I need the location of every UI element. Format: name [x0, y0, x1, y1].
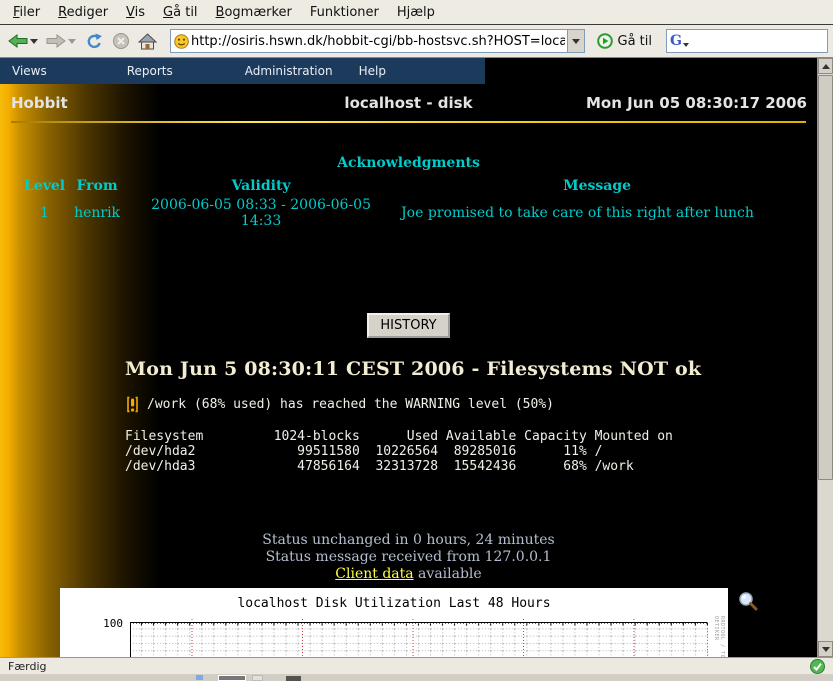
history-row: HISTORY [0, 313, 817, 338]
ack-from: henrik [69, 195, 125, 231]
client-data-suffix: available [414, 566, 482, 582]
history-button[interactable]: HISTORY [367, 313, 449, 338]
home-button[interactable] [135, 31, 160, 52]
back-arrow-icon [8, 34, 28, 48]
forward-dropdown-caret[interactable] [68, 39, 76, 44]
status-report: Mon Jun 5 08:30:11 CEST 2006 - Filesyste… [125, 358, 817, 474]
desktop-edge-strip [0, 674, 833, 681]
clipped-window-fragment [196, 675, 203, 680]
menu-bar: Filer Rediger Vis Gå til Bogmærker Funkt… [0, 0, 833, 25]
navigation-toolbar: Gå til G [0, 25, 833, 58]
ack-row: 1 henrik 2006-06-05 08:33 - 2006-06-05 1… [20, 195, 797, 231]
green-check-icon[interactable] [810, 659, 825, 674]
status-info: Status unchanged in 0 hours, 24 minutes … [0, 532, 817, 583]
hobbit-brand: Hobbit [11, 94, 231, 112]
nav-views[interactable]: Views [12, 64, 47, 78]
graph-plot-area [130, 622, 708, 657]
clipped-window-fragment [218, 675, 246, 681]
menu-funktioner[interactable]: Funktioner [301, 2, 388, 23]
rrdtool-watermark: RRDTOOL / TOBI OETIKER [713, 616, 725, 657]
url-input[interactable] [189, 34, 567, 49]
clipped-window-fragment [286, 676, 301, 681]
forward-button[interactable] [43, 32, 79, 50]
go-icon [597, 33, 613, 49]
page-title: localhost - disk [231, 94, 586, 112]
warning-line: /work (68% used) has reached the WARNING… [125, 396, 817, 413]
warning-status-icon [125, 396, 140, 413]
scroll-down-icon [822, 647, 830, 652]
scrollbar-track[interactable] [818, 74, 833, 641]
menu-filer[interactable]: Filer [4, 2, 49, 23]
scrollbar-thumb[interactable] [818, 75, 833, 480]
go-button[interactable]: Gå til [591, 31, 659, 51]
hobbit-page: Views Reports Administration Help Hobbit… [0, 58, 817, 657]
status-unchanged-line: Status unchanged in 0 hours, 24 minutes [0, 532, 817, 549]
stop-button[interactable] [109, 30, 133, 52]
header-divider [11, 121, 806, 123]
graph-title: localhost Disk Utilization Last 48 Hours [60, 596, 728, 611]
menu-rediger[interactable]: Rediger [49, 2, 117, 23]
scroll-up-button[interactable] [818, 58, 833, 74]
graph-ylabel-100: 100 [60, 617, 130, 657]
site-favicon [174, 34, 189, 49]
scroll-down-button[interactable] [818, 641, 833, 657]
back-button[interactable] [5, 32, 41, 50]
search-box: G [666, 29, 828, 53]
browser-viewport: Views Reports Administration Help Hobbit… [0, 58, 833, 657]
url-dropdown-caret [572, 39, 580, 44]
warning-text: /work (68% used) has reached the WARNING… [147, 397, 554, 412]
home-icon [138, 33, 157, 50]
go-label: Gå til [618, 34, 653, 49]
ack-col-message: Message [397, 177, 797, 195]
url-dropdown-button[interactable] [567, 30, 584, 52]
acknowledgments-table: Level From Validity Message 1 henrik 200… [20, 177, 797, 231]
ack-level: 1 [20, 195, 69, 231]
ack-col-from: From [69, 177, 125, 195]
clipped-window-fragment [252, 675, 263, 681]
status-bar-text: Færdig [8, 660, 46, 673]
client-data-link[interactable]: Client data [335, 566, 413, 582]
nav-administration[interactable]: Administration [245, 64, 333, 78]
hobbit-nav-bar: Views Reports Administration Help [0, 58, 485, 84]
url-bar [170, 29, 585, 53]
reload-button[interactable] [81, 30, 107, 52]
forward-arrow-icon [46, 34, 66, 48]
scroll-up-icon [822, 64, 830, 69]
vertical-scrollbar [817, 58, 833, 657]
status-bar: Færdig [0, 657, 833, 674]
search-input[interactable] [689, 34, 833, 48]
stop-icon [112, 32, 130, 50]
back-dropdown-caret[interactable] [30, 39, 38, 44]
menu-bogmaerker[interactable]: Bogmærker [207, 2, 301, 23]
browser-window: Filer Rediger Vis Gå til Bogmærker Funkt… [0, 0, 833, 681]
status-heading: Mon Jun 5 08:30:11 CEST 2006 - Filesyste… [125, 358, 817, 380]
filesystem-table: Filesystem 1024-blocks Used Available Ca… [125, 429, 817, 474]
graph-zoom-magnifier-icon[interactable] [738, 591, 758, 611]
status-received-line: Status message received from 127.0.0.1 [0, 549, 817, 566]
graph-plot-row: 100 [60, 616, 728, 657]
google-icon[interactable]: G [670, 34, 682, 48]
ack-col-level: Level [20, 177, 69, 195]
reload-icon [84, 32, 104, 50]
nav-reports[interactable]: Reports [127, 64, 173, 78]
page-datetime: Mon Jun 05 08:30:17 2006 [586, 94, 806, 112]
page-header: Hobbit localhost - disk Mon Jun 05 08:30… [0, 91, 817, 115]
acknowledgments-section: Acknowledgments Level From Validity Mess… [0, 155, 817, 231]
graph-row: localhost Disk Utilization Last 48 Hours… [0, 588, 817, 657]
ack-validity: 2006-06-05 08:33 - 2006-06-05 14:33 [125, 195, 397, 231]
acknowledgments-title: Acknowledgments [0, 155, 817, 171]
ack-message: Joe promised to take care of this right … [397, 195, 797, 231]
ack-col-validity: Validity [125, 177, 397, 195]
menu-vis[interactable]: Vis [117, 2, 154, 23]
nav-help[interactable]: Help [359, 64, 386, 78]
client-data-line: Client data available [0, 566, 817, 583]
disk-utilization-graph[interactable]: localhost Disk Utilization Last 48 Hours… [60, 588, 728, 657]
menu-hjaelp[interactable]: Hjælp [388, 2, 444, 23]
menu-gaa-til[interactable]: Gå til [154, 2, 207, 23]
